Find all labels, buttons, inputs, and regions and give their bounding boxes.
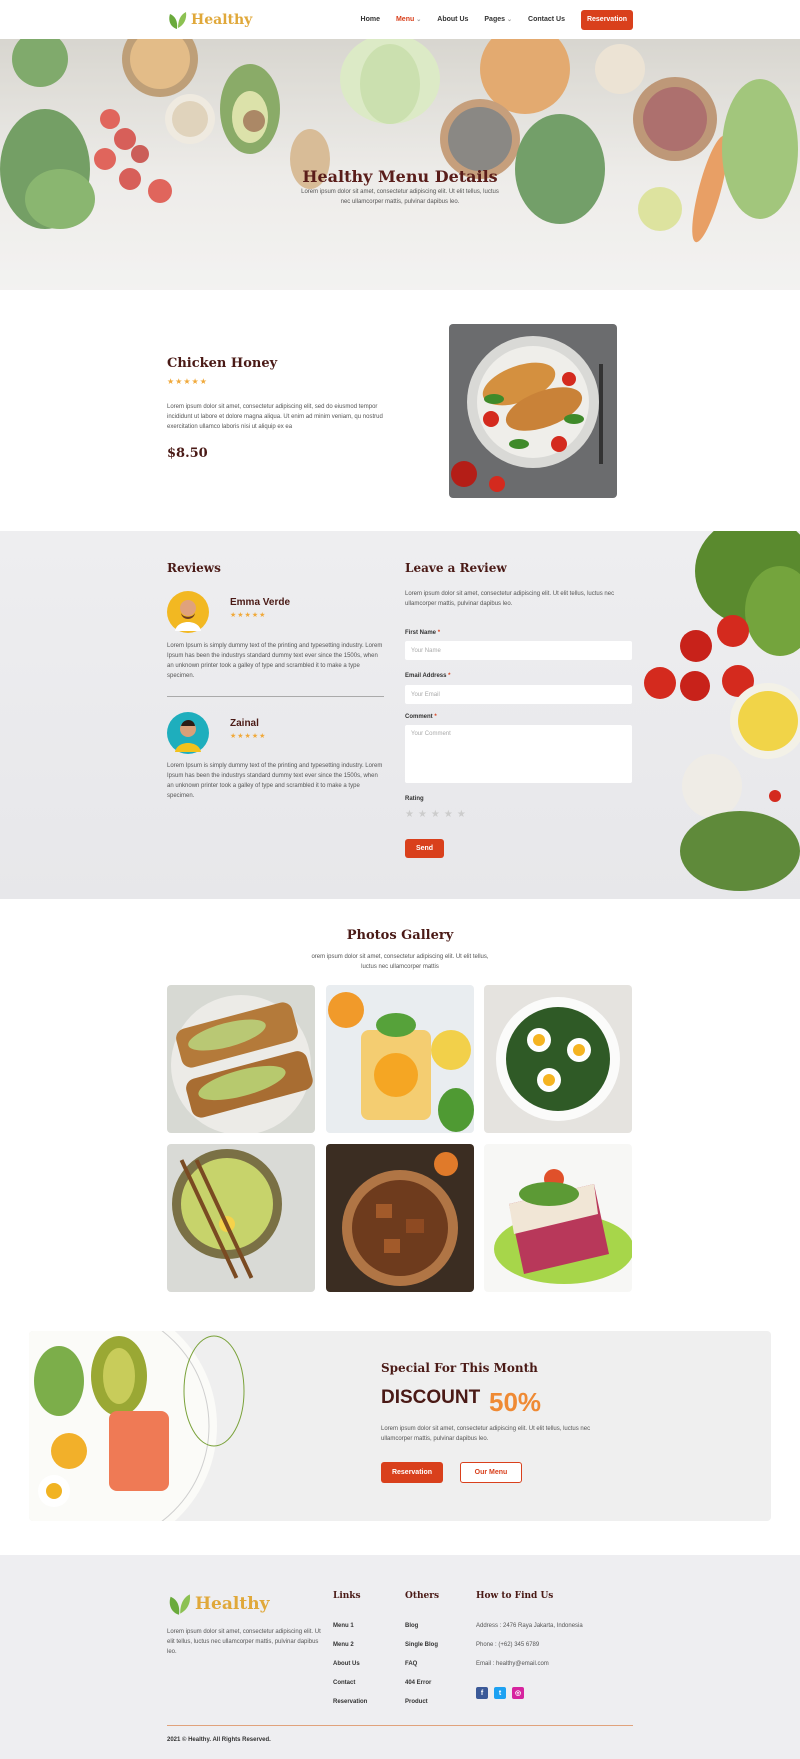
footer-link-blog[interactable]: Blog	[405, 1623, 418, 1629]
nav-home[interactable]: Home	[361, 16, 380, 23]
footer-link-product[interactable]: Product	[405, 1699, 428, 1705]
gallery-subtitle: orem ipsum dolor sit amet, consectetur a…	[311, 954, 489, 970]
reviewer-stars: ★★★★★	[230, 612, 267, 619]
comment-label: Comment *	[405, 714, 437, 720]
required-mark: *	[434, 714, 437, 720]
footer-divider	[167, 1725, 633, 1726]
nav-menu[interactable]: Menu ⌄	[396, 16, 421, 23]
gallery-image-noodle-bowl[interactable]	[167, 1144, 315, 1292]
nav-menu-label: Menu	[395, 16, 415, 23]
required-mark: *	[437, 630, 441, 636]
avatar	[167, 712, 209, 754]
chevron-down-icon: ⌄	[507, 17, 513, 23]
gallery-title: Photos Gallery	[346, 928, 454, 943]
footer-find-title: How to Find Us	[476, 1591, 554, 1601]
footer-address: Address : 2476 Raya Jakarta, Indonesia	[476, 1623, 583, 1629]
special-reservation-button[interactable]: Reservation	[381, 1462, 443, 1483]
footer-link-menu-1[interactable]: Menu 1	[333, 1623, 354, 1629]
site-header: Healthy Home Menu ⌄ About Us Pages ⌄ Conta…	[0, 0, 800, 39]
review-text: Lorem Ipsum is simply dummy text of the …	[167, 643, 383, 679]
review-form-intro: Lorem ipsum dolor sit amet, consectetur …	[405, 591, 615, 607]
nav-pages-label: Pages	[484, 16, 506, 23]
facebook-icon[interactable]: f	[476, 1687, 488, 1699]
footer-link-404[interactable]: 404 Error	[405, 1680, 431, 1686]
leaf-logo-icon	[169, 1594, 191, 1615]
special-offer-section: Special For This Month DISCOUNT 50% Lore…	[29, 1331, 771, 1521]
main-nav: Home Menu ⌄ About Us Pages ⌄ Contact Us Re…	[361, 9, 633, 30]
footer-link-menu-2[interactable]: Menu 2	[333, 1642, 354, 1648]
copyright: 2021 © Healthy. All Rights Reserved.	[167, 1737, 271, 1743]
hero-subtitle: Lorem ipsum dolor sit amet, consectetur …	[301, 189, 499, 205]
rating-stars-input[interactable]: ★★★★★	[405, 809, 470, 820]
special-text: Lorem ipsum dolor sit amet, consectetur …	[381, 1426, 591, 1442]
salmon-salad-image	[29, 1331, 245, 1521]
first-name-input[interactable]: Your Name	[405, 641, 632, 660]
email-label: Email Address *	[405, 673, 450, 679]
hero-banner: Healthy Menu Details Lorem ipsum dolor s…	[0, 39, 800, 290]
reviewer-name: Zainal	[230, 718, 259, 729]
hero-overlay	[0, 39, 800, 290]
review-form-title: Leave a Review	[405, 561, 507, 575]
social-icons: f t ◎	[476, 1687, 524, 1699]
our-menu-button[interactable]: Our Menu	[460, 1462, 522, 1483]
avatar	[167, 591, 209, 633]
hero-title: Healthy Menu Details	[302, 167, 498, 186]
footer-email: Email : healthy@email.com	[476, 1661, 549, 1667]
footer-logo[interactable]: Healthy	[167, 1592, 269, 1616]
gallery-image-layered-salad[interactable]	[484, 1144, 632, 1292]
comment-label-text: Comment	[405, 714, 433, 720]
nav-about[interactable]: About Us	[437, 16, 468, 23]
footer-link-about[interactable]: About Us	[333, 1661, 360, 1667]
nav-contact[interactable]: Contact Us	[528, 16, 565, 23]
instagram-icon[interactable]: ◎	[512, 1687, 524, 1699]
first-name-label: First Name *	[405, 630, 440, 636]
footer-link-faq[interactable]: FAQ	[405, 1661, 417, 1667]
product-info: Chicken Honey ★★★★★ Lorem ipsum dolor si…	[167, 356, 397, 461]
chicken-dish-image	[449, 324, 617, 498]
discount-value: 50%	[489, 1387, 542, 1417]
required-mark: *	[448, 673, 451, 679]
comment-textarea[interactable]: Your Comment	[405, 725, 632, 783]
special-title: Special For This Month	[381, 1361, 538, 1375]
logo-text: Healthy	[191, 11, 253, 28]
twitter-icon[interactable]: t	[494, 1687, 506, 1699]
reviews-title: Reviews	[167, 561, 221, 575]
gallery-image-avocado-toast[interactable]	[167, 985, 315, 1133]
product-price: $8.50	[167, 446, 208, 461]
email-label-text: Email Address	[405, 673, 447, 679]
first-name-label-text: First Name	[405, 630, 437, 636]
reviewer-name: Emma Verde	[230, 597, 291, 608]
footer-phone: Phone : (+62) 345 6789	[476, 1642, 540, 1648]
gallery-image-spinach-egg-salad[interactable]	[484, 985, 632, 1133]
product-description: Lorem ipsum dolor sit amet, consectetur …	[167, 404, 383, 430]
site-footer: Healthy Lorem ipsum dolor sit amet, cons…	[0, 1555, 800, 1759]
logo[interactable]: Healthy	[167, 10, 252, 30]
gallery-image-beef-stew[interactable]	[326, 1144, 474, 1292]
footer-link-reservation[interactable]: Reservation	[333, 1699, 367, 1705]
gallery-image-lemonade[interactable]	[326, 985, 474, 1133]
footer-link-contact[interactable]: Contact	[333, 1680, 355, 1686]
send-button[interactable]: Send	[405, 839, 444, 858]
discount-word: DISCOUNT	[381, 1387, 481, 1408]
reviews-section: Reviews Emma Verde ★★★★★ Lorem Ipsum is …	[0, 531, 800, 899]
email-input[interactable]: Your Email	[405, 685, 632, 704]
rating-label: Rating	[405, 796, 424, 802]
product-section: Chicken Honey ★★★★★ Lorem ipsum dolor si…	[0, 290, 800, 532]
product-rating-stars: ★★★★★	[167, 377, 208, 386]
reservation-button[interactable]: Reservation	[581, 9, 633, 30]
footer-links-title: Links	[333, 1591, 361, 1601]
footer-logo-text: Healthy	[195, 1594, 270, 1614]
herbs-decoration-image	[644, 531, 800, 891]
review-divider	[167, 696, 384, 697]
footer-link-single-blog[interactable]: Single Blog	[405, 1642, 438, 1648]
nav-pages[interactable]: Pages ⌄	[484, 16, 512, 23]
product-name: Chicken Honey	[167, 356, 278, 371]
footer-others-title: Others	[405, 1591, 440, 1601]
review-text: Lorem Ipsum is simply dummy text of the …	[167, 763, 383, 799]
leaf-logo-icon	[169, 11, 187, 29]
reviewer-stars: ★★★★★	[230, 733, 267, 740]
footer-about: Lorem ipsum dolor sit amet, consectetur …	[167, 1629, 321, 1655]
chevron-down-icon: ⌄	[416, 17, 422, 23]
